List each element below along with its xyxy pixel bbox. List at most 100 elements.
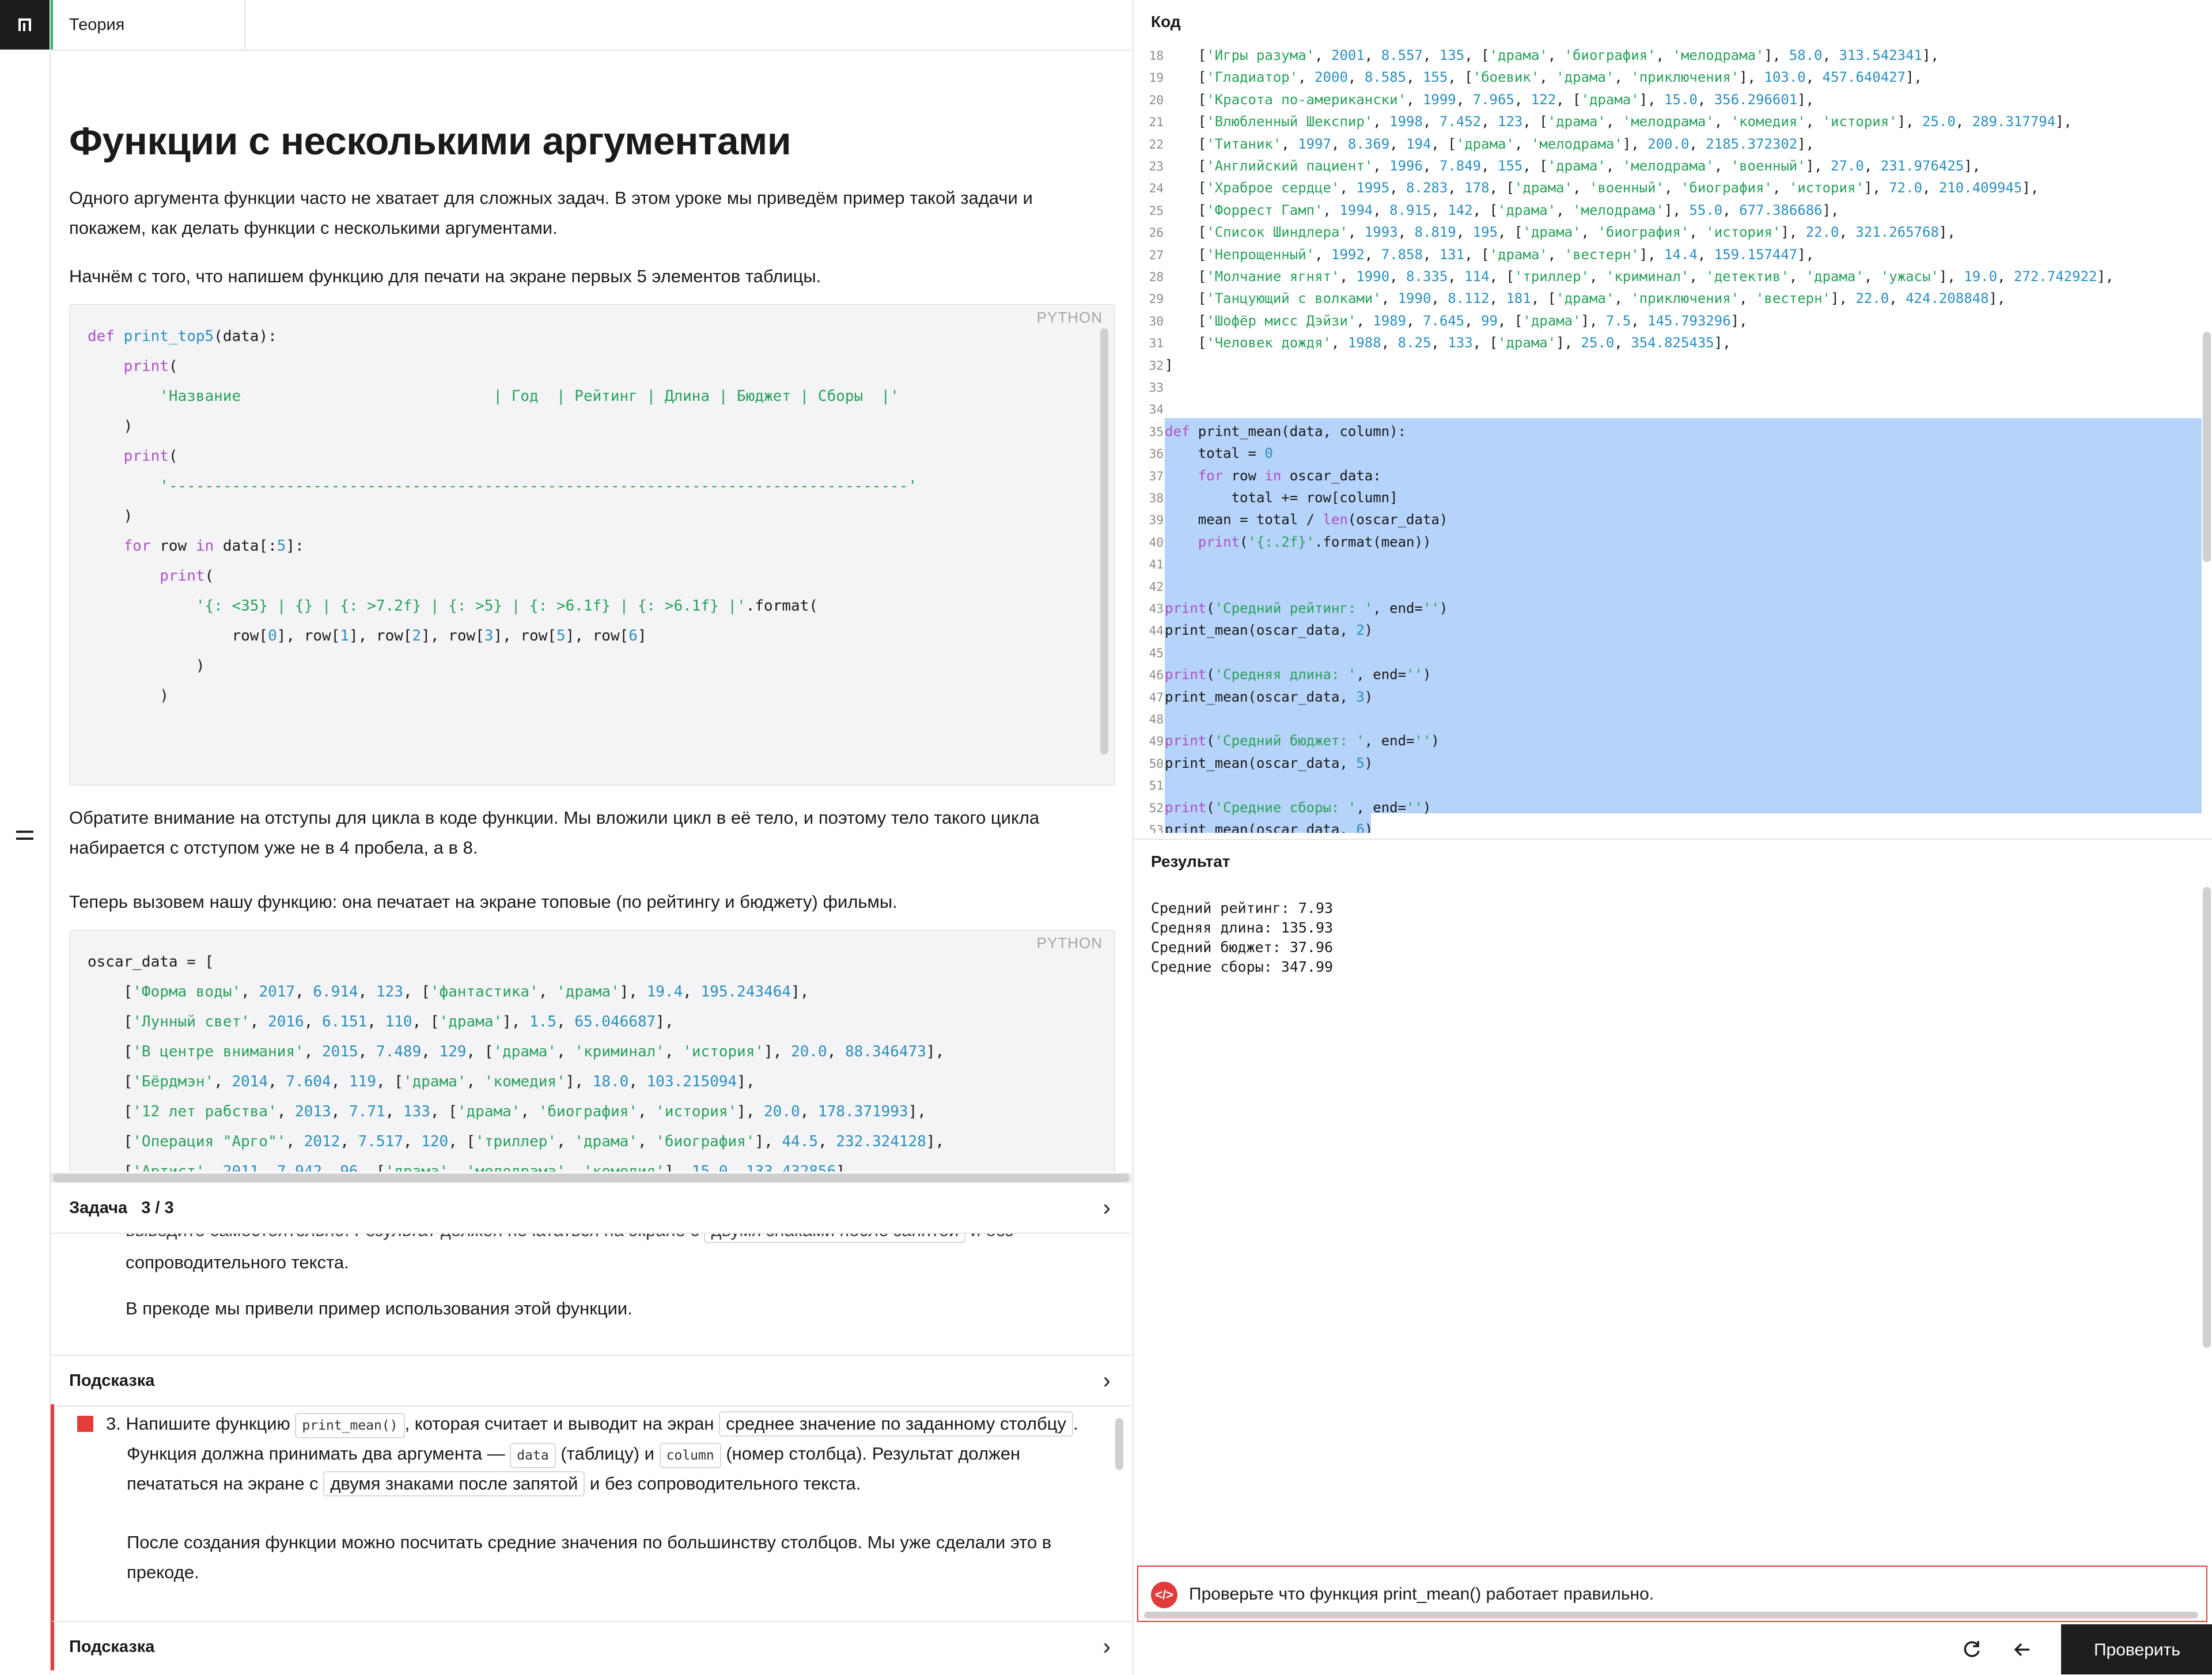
code-error-icon: </>: [1151, 1582, 1177, 1608]
intro-paragraph: Одного аргумента функции часто не хватае…: [69, 188, 1033, 238]
theory-content: Функции с несколькими аргументами Одного…: [51, 51, 1131, 1172]
theory-panel: Теория Функции с несколькими аргументами…: [51, 0, 1131, 1674]
line-number: 31: [1149, 336, 1164, 351]
code-line: print('{:.2f}'.format(mean)): [1198, 533, 1431, 550]
chevron-right-icon: ›: [1103, 1368, 1111, 1393]
theory-horizontal-scrollbar[interactable]: [51, 1173, 1131, 1183]
line-number: 25: [1149, 203, 1164, 218]
code-line: ['Молчание ягнят', 1990, 8.335, 114, ['т…: [1165, 268, 2114, 285]
hint-row[interactable]: Подсказка ›: [51, 1621, 1131, 1670]
line-number: 21: [1149, 115, 1164, 130]
check-button[interactable]: Проверить: [2061, 1624, 2212, 1674]
code-line: ['Игры разума', 2001, 8.557, 135, ['драм…: [1165, 47, 1939, 63]
error-message: </> Проверьте что функция print_mean() р…: [1137, 1566, 2207, 1622]
line-number: 42: [1149, 579, 1164, 594]
code-header: Код: [1151, 13, 1181, 31]
line-number: 47: [1149, 690, 1164, 704]
task-scrollbar[interactable]: [1115, 1418, 1123, 1470]
code-language-label: PYTHON: [1036, 309, 1103, 326]
paragraph-indent-note: Обратите внимание на отступы для цикла в…: [69, 808, 1040, 858]
line-number: 37: [1149, 469, 1164, 483]
chip-column: column: [659, 1443, 721, 1468]
code-block-print-top5: PYTHON def print_top5(data): print( 'Наз…: [69, 304, 1115, 786]
line-number: 40: [1149, 535, 1164, 550]
line-number: 18: [1149, 49, 1164, 63]
paragraph-call-function: Теперь вызовем нашу функцию: она печатае…: [69, 892, 897, 912]
action-bar: Проверить: [1134, 1624, 2212, 1674]
line-number: 48: [1149, 713, 1164, 726]
code-line: ['Влюбленный Шекспир', 1998, 7.452, 123,…: [1165, 113, 2073, 130]
line-number: 50: [1149, 756, 1164, 771]
task-label: Задача 3 / 3: [69, 1199, 174, 1217]
line-number: 35: [1149, 425, 1164, 439]
line-number: 30: [1149, 314, 1164, 328]
code-line: ]: [1165, 357, 1173, 373]
code-editor[interactable]: 18 ['Игры разума', 2001, 8.557, 135, ['д…: [1134, 44, 2212, 833]
chip-data: data: [510, 1443, 556, 1468]
code-block-oscar-data: PYTHON oscar_data = [ ['Форма воды', 201…: [69, 930, 1115, 1172]
chip-two-digits: двумя знаками после запятой: [323, 1471, 585, 1496]
code-line: def print_mean(data, column):: [1165, 423, 1407, 439]
result-output: Средний рейтинг: 7.93 Средняя длина: 135…: [1151, 900, 1334, 975]
chevron-right-icon: ›: [1103, 1195, 1111, 1221]
line-number: 44: [1149, 624, 1164, 638]
left-rail: [0, 0, 51, 1674]
task-header[interactable]: Задача 3 / 3 ›: [51, 1183, 1131, 1234]
code-scrollbar[interactable]: [1100, 328, 1108, 755]
line-number: 49: [1149, 734, 1164, 749]
code-line: ['Английский пациент', 1996, 7.849, 155,…: [1165, 158, 1981, 174]
line-number: 53: [1149, 823, 1164, 833]
line-number: 51: [1149, 779, 1164, 793]
hint-row-prev[interactable]: Подсказка ›: [51, 1355, 1131, 1407]
line-number: 45: [1149, 646, 1164, 660]
prev-task-text-2: В прекоде мы привели пример использовани…: [126, 1298, 632, 1318]
code-line: for row in oscar_data:: [1198, 467, 1381, 484]
line-number: 38: [1149, 491, 1164, 505]
code-line: total += row[column]: [1165, 490, 1398, 506]
editor-scrollbar[interactable]: [2203, 332, 2211, 562]
error-scrollbar[interactable]: [1144, 1612, 2198, 1619]
code-line: print_mean(oscar_data, 6): [1165, 821, 1373, 833]
line-number: 32: [1149, 358, 1164, 373]
line-number: 28: [1149, 270, 1164, 284]
code-line: ['Гладиатор', 2000, 8.585, 155, ['боевик…: [1165, 69, 1923, 86]
line-number: 20: [1149, 93, 1164, 107]
tab-theory[interactable]: Теория: [51, 0, 245, 50]
prev-task-text-1: сопроводительного текста.: [126, 1252, 349, 1272]
code-line: ['Красота по-американски', 1999, 7.965, …: [1165, 91, 1815, 108]
chip-print-mean: print_mean(): [295, 1413, 405, 1438]
line-number: 36: [1149, 447, 1164, 461]
code-line: print_mean(oscar_data, 3): [1165, 688, 1373, 705]
chevron-right-icon: ›: [1103, 1634, 1111, 1659]
code-line: ['Человек дождя', 1988, 8.25, 133, ['дра…: [1165, 335, 1731, 351]
line-number: 27: [1149, 248, 1164, 262]
code-oscar-data: oscar_data = [ ['Форма воды', 2017, 6.91…: [88, 953, 945, 1172]
menu-icon[interactable]: [0, 0, 50, 50]
divider: [1134, 839, 2212, 840]
task-description: 3. Напишите функцию print_mean(), котора…: [106, 1409, 1085, 1499]
editor-panel: Код 18 ['Игры разума', 2001, 8.557, 135,…: [1132, 0, 2212, 1674]
code-line: mean = total / len(oscar_data): [1165, 511, 1448, 528]
code-line: print_mean(oscar_data, 2): [1165, 622, 1373, 639]
code-line: ['Храброе сердце', 1995, 8.283, 178, ['д…: [1165, 180, 2039, 196]
code-line: ['Форрест Гамп', 1994, 8.915, 142, ['дра…: [1165, 202, 1839, 218]
code-line: ['Танцующий с волками', 1990, 8.112, 181…: [1165, 290, 2006, 307]
line-number: 23: [1149, 160, 1164, 173]
result-scrollbar[interactable]: [2203, 887, 2211, 1348]
resize-handle-icon[interactable]: [13, 824, 37, 847]
code-line: print('Средний бюджет: ', end=''): [1165, 733, 1440, 749]
line-number: 29: [1149, 292, 1164, 306]
page-title: Функции с несколькими аргументами: [69, 119, 791, 163]
line-number: 34: [1149, 403, 1164, 417]
line-number: 43: [1149, 602, 1164, 616]
line-number: 19: [1149, 71, 1164, 85]
tab-bar: Теория: [51, 0, 1131, 51]
line-number: 26: [1149, 226, 1164, 240]
task-after-text: После создания функции можно посчитать с…: [127, 1532, 1052, 1582]
active-task-card: 3. Напишите функцию print_mean(), котора…: [51, 1404, 1131, 1621]
code-line: ['Титаник', 1997, 8.369, 194, ['драма', …: [1165, 135, 1815, 152]
arrow-left-icon[interactable]: [1998, 1624, 2047, 1674]
line-number: 41: [1149, 558, 1164, 572]
result-header: Результат: [1151, 852, 1230, 870]
reset-icon[interactable]: [1947, 1624, 1997, 1674]
